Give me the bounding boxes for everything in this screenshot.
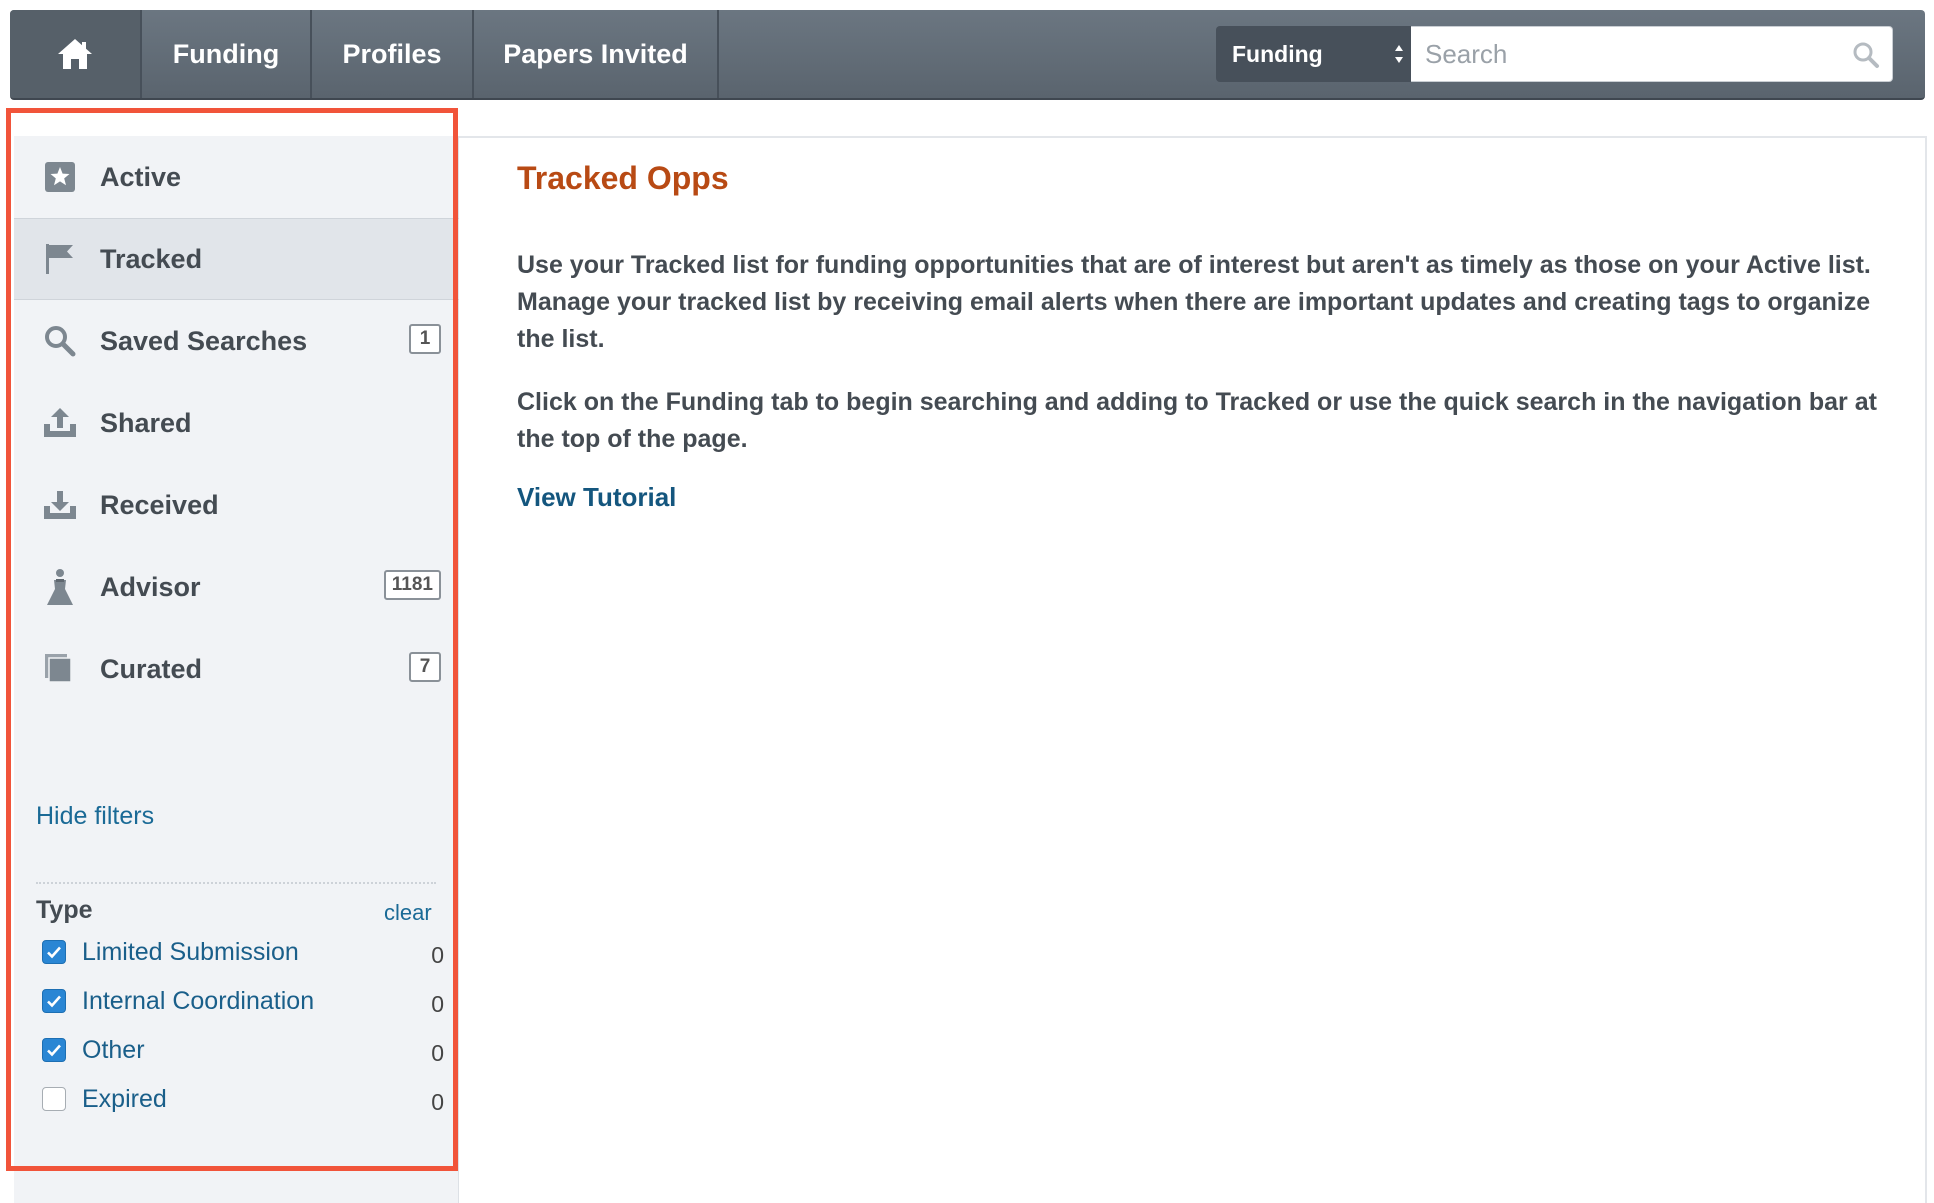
sidebar-item-saved-searches[interactable]: Saved Searches 1 bbox=[14, 300, 459, 382]
instructions-paragraph: Click on the Funding tab to begin search… bbox=[517, 388, 1877, 453]
filter-count: 0 bbox=[431, 1089, 444, 1115]
advisor-person-icon bbox=[40, 567, 80, 607]
checkmark-icon bbox=[47, 946, 61, 959]
tab-profiles[interactable]: Profiles bbox=[312, 10, 474, 98]
checkbox[interactable] bbox=[42, 1087, 66, 1111]
intro-paragraph: Use your Tracked list for funding opport… bbox=[517, 251, 1871, 353]
main-content: Tracked Opps Use your Tracked list for f… bbox=[459, 136, 1927, 1203]
filter-option-other[interactable]: Other 0 bbox=[42, 1030, 444, 1070]
filter-type-heading: Type bbox=[36, 896, 93, 924]
sidebar-item-label: Saved Searches bbox=[100, 325, 308, 356]
filter-clear-link[interactable]: clear bbox=[384, 900, 432, 926]
filter-label[interactable]: Other bbox=[82, 1036, 145, 1065]
sidebar: Active Tracked Saved Searches 1 Shared R… bbox=[14, 136, 459, 1203]
filter-count: 0 bbox=[431, 942, 444, 968]
checkbox[interactable] bbox=[42, 989, 66, 1013]
flag-icon bbox=[40, 239, 80, 279]
documents-stack-icon bbox=[40, 649, 80, 689]
search-scope-value: Funding bbox=[1232, 40, 1323, 67]
checkmark-icon bbox=[47, 1044, 61, 1057]
search-icon[interactable] bbox=[1852, 41, 1880, 69]
search-icon bbox=[40, 321, 80, 361]
checkmark-icon bbox=[47, 995, 61, 1008]
home-icon bbox=[58, 39, 92, 69]
filter-label[interactable]: Limited Submission bbox=[82, 938, 299, 967]
filter-option-expired[interactable]: Expired 0 bbox=[42, 1079, 444, 1119]
sidebar-item-label: Curated bbox=[100, 653, 203, 684]
sidebar-item-tracked[interactable]: Tracked bbox=[14, 218, 459, 300]
filter-count: 0 bbox=[431, 991, 444, 1017]
count-badge: 1 bbox=[409, 324, 441, 354]
search-input[interactable]: Search bbox=[1411, 26, 1893, 82]
top-navigation-bar: Funding Profiles Papers Invited Funding … bbox=[10, 10, 1925, 100]
page-title: Tracked Opps bbox=[517, 160, 729, 196]
sidebar-item-label: Tracked bbox=[100, 243, 203, 274]
view-tutorial-link[interactable]: View Tutorial bbox=[517, 482, 676, 513]
checkbox[interactable] bbox=[42, 1038, 66, 1062]
star-icon bbox=[40, 157, 80, 197]
sidebar-item-curated[interactable]: Curated 7 bbox=[14, 628, 459, 710]
filter-option-internal-coordination[interactable]: Internal Coordination 0 bbox=[42, 981, 444, 1021]
count-badge: 1181 bbox=[383, 570, 441, 600]
sidebar-item-label: Active bbox=[100, 161, 182, 192]
count-badge: 7 bbox=[409, 652, 441, 682]
sidebar-item-label: Advisor bbox=[100, 571, 201, 602]
search-placeholder: Search bbox=[1425, 38, 1508, 69]
sidebar-item-label: Received bbox=[100, 489, 219, 520]
filter-label[interactable]: Internal Coordination bbox=[82, 987, 314, 1016]
share-upload-icon bbox=[40, 403, 80, 443]
filter-label[interactable]: Expired bbox=[82, 1085, 167, 1114]
sidebar-item-active[interactable]: Active bbox=[14, 136, 459, 218]
filter-divider bbox=[36, 882, 436, 884]
sidebar-item-label: Shared bbox=[100, 407, 192, 438]
select-arrows-icon bbox=[1395, 45, 1403, 63]
filter-count: 0 bbox=[431, 1040, 444, 1066]
hide-filters-link[interactable]: Hide filters bbox=[36, 802, 154, 831]
home-button[interactable] bbox=[10, 10, 142, 98]
checkbox[interactable] bbox=[42, 940, 66, 964]
tab-papers-invited[interactable]: Papers Invited bbox=[474, 10, 719, 98]
tab-funding[interactable]: Funding bbox=[142, 10, 312, 98]
sidebar-item-received[interactable]: Received bbox=[14, 464, 459, 546]
inbox-download-icon bbox=[40, 485, 80, 525]
sidebar-item-shared[interactable]: Shared bbox=[14, 382, 459, 464]
filter-option-limited-submission[interactable]: Limited Submission 0 bbox=[42, 932, 444, 972]
sidebar-item-advisor[interactable]: Advisor 1181 bbox=[14, 546, 459, 628]
search-bar: Funding Search bbox=[1216, 10, 1893, 98]
search-scope-select[interactable]: Funding bbox=[1216, 26, 1411, 82]
